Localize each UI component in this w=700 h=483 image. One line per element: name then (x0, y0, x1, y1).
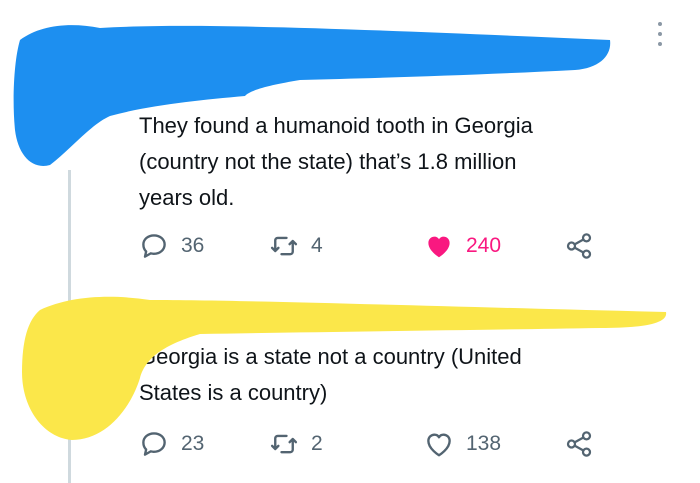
share-button[interactable] (564, 228, 594, 264)
share-icon (566, 233, 592, 259)
retweet-count: 4 (311, 234, 323, 257)
share-button[interactable] (564, 426, 594, 462)
retweet-button[interactable]: 2 (269, 426, 323, 462)
reply-icon (142, 432, 166, 456)
retweet-icon (270, 236, 298, 256)
share-icon (566, 431, 592, 457)
more-icon[interactable] (656, 22, 664, 54)
like-button[interactable]: 138 (424, 426, 501, 462)
tweet-2-line-2: States is a country) (139, 380, 328, 405)
tweet-2-line-1: Georgia is a state not a country (United (139, 344, 522, 369)
tweet-1-line-1: They found a humanoid tooth in Georgia (139, 113, 533, 138)
reply-icon (142, 234, 166, 258)
heart-icon (428, 236, 450, 258)
tweet-1-handle: ying (178, 72, 219, 97)
reply-count: 23 (181, 432, 205, 455)
reply-button[interactable]: 36 (139, 228, 204, 264)
like-count: 138 (466, 432, 502, 455)
tweet-2-actions: 23 2 138 (139, 426, 599, 462)
retweet-icon (270, 434, 298, 454)
tweet-1-line-3: years old. (139, 185, 235, 210)
reply-count: 36 (181, 234, 205, 257)
tweet-2-text: Georgia is a state not a country (United… (139, 339, 522, 411)
heart-icon (427, 433, 451, 457)
like-button[interactable]: 240 (424, 228, 501, 264)
tweet-1-line-2: (country not the state) that’s 1.8 milli… (139, 149, 517, 174)
tweet-1-text: They found a humanoid tooth in Georgia (… (139, 108, 533, 216)
like-count: 240 (466, 234, 502, 257)
retweet-count: 2 (311, 432, 323, 455)
retweet-button[interactable]: 4 (269, 228, 323, 264)
thread-line (68, 170, 71, 483)
reply-button[interactable]: 23 (139, 426, 204, 462)
tweet-1-actions: 36 4 240 (139, 228, 599, 264)
